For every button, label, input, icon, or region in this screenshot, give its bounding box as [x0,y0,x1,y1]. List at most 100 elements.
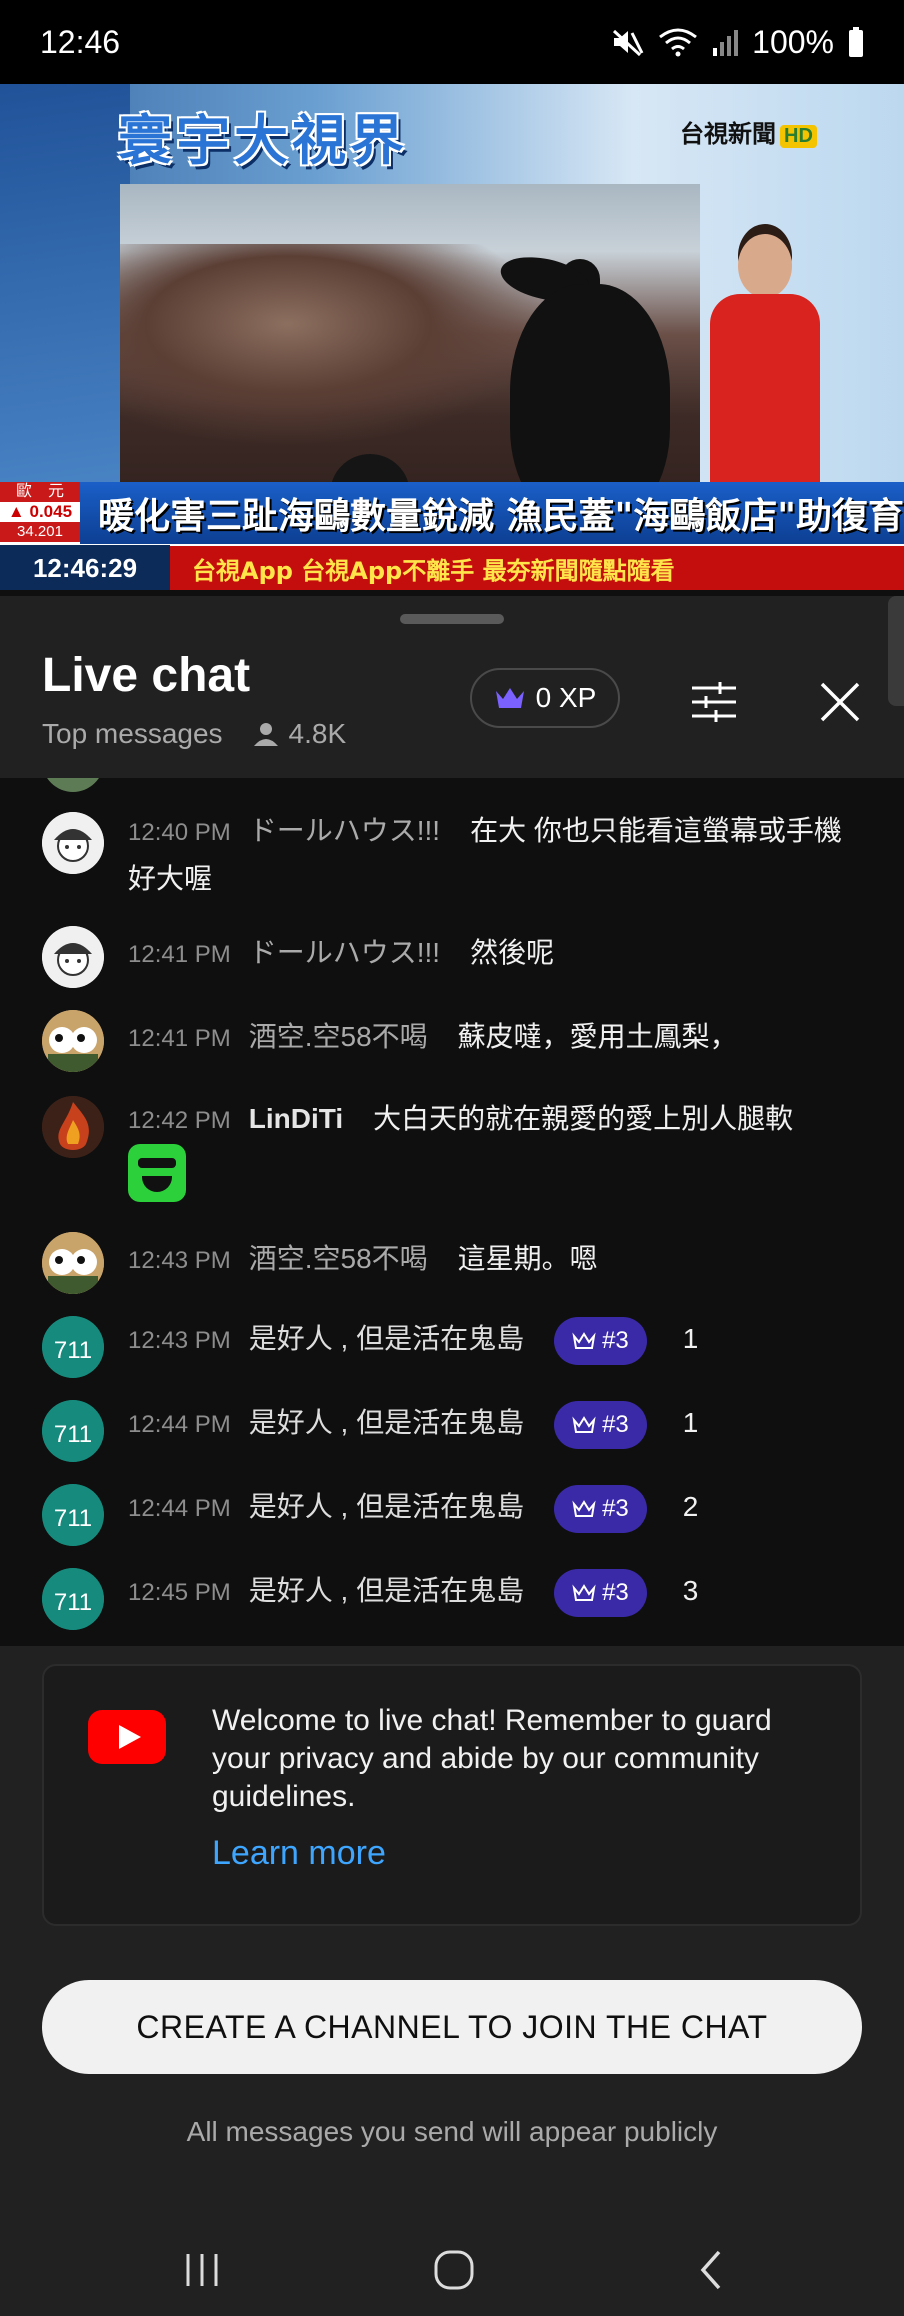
avatar-711: 711 [42,1316,104,1378]
avatar-fire [42,1096,104,1158]
chat-header: Live chat Top messages 4.8K 0 XP [0,626,904,772]
crown-icon [572,1499,596,1517]
status-time: 12:46 [40,23,121,60]
message-text: 蘇皮噠，愛用土鳳梨， [457,1021,738,1052]
live-chat-panel: Live chat Top messages 4.8K 0 XP 12:40 P… [0,596,904,2316]
message-author[interactable]: 是好人 , 但是活在鬼島 [249,1407,524,1438]
public-notice: All messages you send will appear public… [186,2116,718,2147]
member-badge[interactable]: #3 [554,1568,647,1617]
member-badge[interactable]: #3 [554,1400,647,1449]
message-author[interactable]: 是好人 , 但是活在鬼島 [249,1575,524,1606]
svg-text:711: 711 [54,1589,92,1616]
news-headline-bar: 歐 元 ▲ 0.045 34.201 暖化害三趾海鷗數量銳減 漁民蓋"海鷗飯店"… [0,482,904,544]
message-text: 這星期。嗯 [457,1243,598,1274]
avatar-panda [42,1232,104,1294]
message-time: 12:45 PM [128,1579,231,1606]
avatar-711: 711 [42,1400,104,1462]
avatar-711: 711 [42,1484,104,1546]
chat-mode-selector[interactable]: Top messages [42,718,223,750]
create-channel-button[interactable]: CREATE A CHANNEL TO JOIN THE CHAT [42,1980,862,2074]
message-text: 在大 你也只能看這螢幕或手機 好大喔 [128,815,842,894]
message-time: 12:43 PM [128,1247,231,1274]
fx-label: 歐 元 [0,482,80,502]
message-text: 然後呢 [470,937,555,968]
message-time: 12:40 PM [128,819,231,846]
wifi-icon [658,27,698,57]
fx-change: ▲ 0.045 [7,502,73,521]
person-icon [253,723,278,746]
green-face-emoji-icon [128,1144,186,1202]
back-icon [700,2250,721,2290]
xp-button[interactable]: 0 XP [470,668,620,728]
message-author[interactable]: 是好人 , 但是活在鬼島 [249,1323,524,1354]
message-time: 12:41 PM [128,941,231,968]
youtube-logo-icon [88,1710,166,1764]
message-time: 12:44 PM [128,1495,231,1522]
welcome-card: Welcome to live chat! Remember to guard … [42,1664,862,1926]
message-time: 12:43 PM [128,1327,231,1354]
avatar-doll [42,926,104,988]
signal-icon [712,28,739,56]
chat-message-list[interactable]: 12:40 PM ドールハウス!!! 在大 你也只能看這螢幕或手機 好大喔 12:4… [0,778,904,1646]
back-button[interactable] [680,2240,740,2300]
crown-icon [572,1331,596,1349]
message-time: 12:44 PM [128,1411,231,1438]
sliders-icon [692,682,736,722]
fx-rate: 34.201 [0,522,80,542]
message-text: 2 [682,1491,699,1522]
svg-text:711: 711 [54,1505,92,1532]
message-author[interactable]: 是好人 , 但是活在鬼島 [249,1491,524,1522]
message-author[interactable]: ドールハウス!!! [249,937,440,968]
message-author[interactable]: 酒空.空58不喝 [249,1243,428,1274]
news-headline: 暖化害三趾海鷗數量銳減 漁民蓋"海鷗飯店"助復育 [97,496,904,537]
program-title: 寰宇大視界 [118,109,408,172]
member-badge[interactable]: #3 [554,1484,647,1533]
video-player[interactable]: 寰宇大視界 台視新聞 HD 歐 元 ▲ 0.045 34.201 暖化害三趾海鷗數… [0,84,904,590]
recent-apps-icon [186,2254,218,2286]
channel-logo: 台視新聞 HD [680,114,817,149]
avatar [42,778,104,792]
ticker-clock: 12:46:29 [0,545,170,590]
home-button[interactable] [424,2240,484,2300]
chat-title: Live chat [42,649,251,702]
crown-icon [495,688,524,708]
video-bg-graphic [0,84,130,504]
member-badge[interactable]: #3 [554,1316,647,1365]
avatar-doll [42,812,104,874]
learn-more-link[interactable]: Learn more [212,1834,386,1873]
drag-handle[interactable] [400,614,504,624]
filter-button[interactable] [686,674,742,730]
close-icon [820,682,860,722]
message-time: 12:42 PM [128,1107,231,1134]
close-button[interactable] [812,674,868,730]
message-author[interactable]: ドールハウス!!! [249,815,440,846]
crown-icon [572,1583,596,1601]
mute-icon [610,27,644,57]
message-text: 3 [682,1575,699,1606]
ticker-text: 台視App 台視App不離手 最夯新聞隨點隨看 [192,556,675,585]
message-time: 12:41 PM [128,1025,231,1052]
chat-subtitle: Top messages 4.8K [42,718,346,750]
crown-icon [572,1415,596,1433]
status-icons: 100% [610,24,864,61]
fx-box: 歐 元 ▲ 0.045 34.201 [0,482,80,544]
message-author[interactable]: 酒空.空58不喝 [249,1021,428,1052]
video-rock [120,244,540,444]
battery-icon [848,27,864,57]
avatar-711: 711 [42,1568,104,1630]
up-triangle-icon: ▲ [7,502,25,521]
viewer-count-value: 4.8K [288,718,347,749]
svg-text:711: 711 [54,1421,92,1448]
welcome-text: Welcome to live chat! Remember to guard … [212,1704,772,1813]
message-author[interactable]: LinDiTi [249,1103,343,1134]
message-text: 大白天的就在親愛的愛上別人腿軟 [373,1103,794,1134]
message-text: 1 [682,1407,699,1438]
viewer-count: 4.8K [253,718,347,750]
channel-name: 台視新聞 [680,121,776,148]
home-icon [434,2250,474,2290]
battery-text: 100% [752,23,834,60]
hd-badge: HD [780,125,817,148]
xp-label: 0 XP [535,682,597,713]
message-text: 1 [682,1323,699,1354]
recent-apps-button[interactable] [172,2240,232,2300]
